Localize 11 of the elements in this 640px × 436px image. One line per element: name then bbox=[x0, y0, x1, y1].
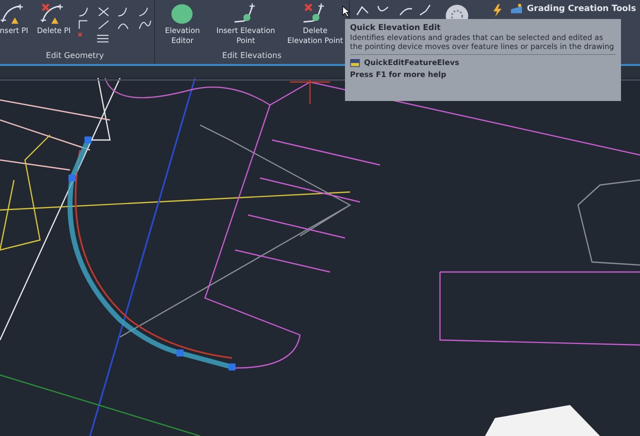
grip-handle[interactable] bbox=[228, 364, 236, 370]
grip-handle[interactable] bbox=[176, 350, 184, 356]
grip-handle[interactable] bbox=[68, 174, 76, 182]
panel-title: Edit Elevations bbox=[221, 50, 283, 62]
tooltip-title: Quick Elevation Edit bbox=[350, 22, 442, 33]
grip-handle[interactable] bbox=[84, 136, 92, 144]
slope-icon bbox=[510, 3, 523, 14]
command-icon bbox=[350, 58, 360, 66]
cursor-icon bbox=[342, 5, 351, 18]
grading-creation-tools-button[interactable]: Grading Creation Tools bbox=[510, 3, 636, 14]
panel-title: Edit Geometry bbox=[44, 50, 105, 62]
